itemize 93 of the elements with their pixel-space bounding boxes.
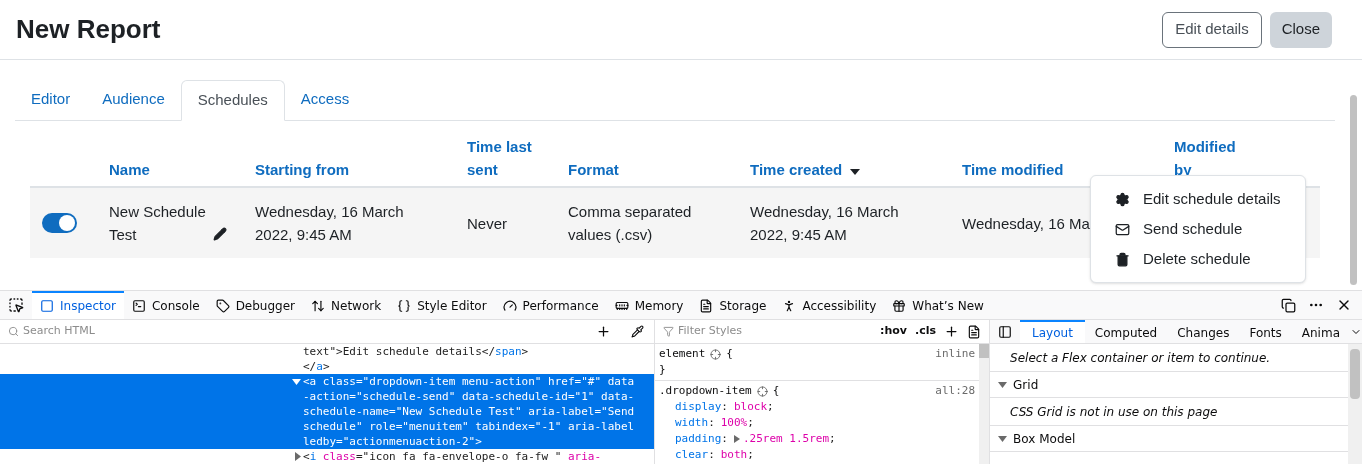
search-icon	[8, 326, 19, 337]
column-header[interactable]: Name	[109, 158, 150, 181]
collapse-triangle-icon	[998, 435, 1008, 442]
opening-brace: {	[726, 346, 733, 362]
table-cell: Wednesday, 16 Ma	[962, 214, 1090, 232]
sidebar-tab[interactable]: Fonts	[1239, 320, 1292, 343]
collapse-triangle-icon	[998, 381, 1008, 388]
table-cell: Never	[467, 214, 507, 232]
square-icon	[40, 299, 54, 313]
html-markup-line[interactable]: text">Edit schedule details</span>	[303, 344, 529, 359]
devtools-tab[interactable]: Performance	[494, 291, 607, 319]
closing-brace: }	[659, 362, 666, 378]
css-declaration[interactable]: width: 100%;	[659, 415, 754, 431]
sidebar-toggle-icon[interactable]	[998, 324, 1013, 339]
css-declaration[interactable]: padding: .25rem 1.5rem;	[659, 431, 836, 447]
section-header[interactable]: Box Model	[990, 426, 1348, 452]
pencil-icon[interactable]	[213, 227, 227, 241]
sidebar-tab[interactable]: Computed	[1084, 320, 1168, 343]
devtools-tab[interactable]: Inspector	[32, 291, 124, 319]
tab[interactable]: Editor	[15, 79, 87, 120]
crosshair-icon[interactable]	[710, 348, 722, 360]
gear-icon	[1115, 191, 1130, 207]
gift-icon	[892, 299, 907, 313]
element-picker-icon[interactable]	[8, 297, 24, 313]
hover-toggle[interactable]: :hov	[880, 323, 908, 340]
column-header[interactable]: Time created	[750, 158, 843, 181]
layout-note: Select a Flex container or item to continue.	[1010, 349, 1271, 367]
edit-details-button[interactable]: Edit details	[1162, 11, 1262, 48]
column-header[interactable]: Format	[568, 158, 619, 181]
column-header[interactable]: Time modified	[962, 158, 1064, 181]
class-toggle[interactable]: .cls	[915, 323, 937, 340]
rule-source[interactable]: inline	[935, 346, 976, 362]
eyedropper-icon[interactable]	[631, 325, 644, 338]
sidebar-tab[interactable]: Layout	[1020, 320, 1085, 343]
tab[interactable]: Schedules	[180, 80, 285, 121]
filter-icon	[663, 326, 674, 337]
css-declaration[interactable]: clear: both;	[659, 447, 754, 463]
responsive-design-icon[interactable]	[1281, 297, 1296, 313]
envelope-icon	[1115, 221, 1130, 237]
gauge-icon	[502, 299, 517, 313]
filter-styles-field[interactable]: Filter Styles	[663, 323, 873, 340]
trash-icon	[1115, 251, 1130, 267]
scrollbar[interactable]	[1350, 349, 1360, 399]
expand-triangle-icon[interactable]	[734, 435, 740, 443]
devtools-tab[interactable]: Storage	[691, 291, 775, 319]
devtools-tab[interactable]: Console	[124, 291, 208, 319]
layout-note: CSS Grid is not in use on this page	[1010, 403, 1218, 421]
crosshair-icon[interactable]	[756, 385, 768, 397]
add-rule-icon[interactable]	[944, 324, 960, 339]
tab[interactable]: Access	[284, 79, 366, 120]
tag-icon	[215, 299, 230, 313]
sort-caret-icon	[850, 168, 861, 175]
page-title: New Report	[16, 13, 161, 46]
table-cell: Wednesday, 16 March 2022, 9:45 AM	[255, 203, 404, 243]
devtools-tab[interactable]: Network	[303, 291, 390, 319]
menu-item[interactable]: Send schedule	[1091, 214, 1305, 244]
menu-item[interactable]: Edit schedule details	[1091, 184, 1305, 214]
scrollbar[interactable]	[979, 344, 990, 358]
document-icon[interactable]	[967, 324, 982, 339]
column-header[interactable]: Starting from	[255, 158, 350, 181]
rule-source[interactable]: all:28	[935, 383, 976, 399]
chip-icon	[614, 299, 629, 313]
document-icon	[699, 299, 714, 313]
braces-icon	[397, 299, 412, 313]
menu-item[interactable]: Delete schedule	[1091, 244, 1305, 274]
sidebar-tab[interactable]: Anima	[1291, 320, 1350, 343]
column-header[interactable]: Time last sent	[467, 135, 539, 181]
close-button[interactable]: Close	[1269, 11, 1332, 48]
up-down-arrows-icon	[311, 299, 326, 313]
table-cell-text: New Schedule Test	[109, 202, 207, 245]
css-declaration[interactable]: display: block;	[659, 399, 774, 415]
devtools-tab[interactable]: What’s New	[884, 291, 992, 319]
table-cell: Wednesday, 16 March 2022, 9:45 AM	[750, 203, 899, 243]
toggle-switch[interactable]	[42, 213, 77, 233]
html-markup-line[interactable]: </a>	[303, 359, 330, 374]
tab[interactable]: Audience	[86, 79, 181, 120]
search-html-field[interactable]: Search HTML	[0, 323, 586, 340]
opening-brace: {	[772, 383, 780, 399]
section-header[interactable]: Grid	[990, 372, 1348, 398]
devtools-tab[interactable]: Memory	[606, 291, 692, 319]
terminal-icon	[132, 299, 146, 313]
devtools-tab[interactable]: Accessibility	[774, 291, 885, 319]
expand-triangle-icon[interactable]	[292, 379, 301, 385]
scrollbar[interactable]	[1350, 95, 1357, 285]
table-cell: Comma separated values (.csv)	[568, 203, 692, 243]
sidebar-tab[interactable]: Changes	[1167, 320, 1240, 343]
add-node-icon[interactable]	[596, 324, 611, 339]
html-markup-line[interactable]: <i class="icon fa fa-envelope-o fa-fw " aria-	[303, 449, 602, 464]
css-selector: element	[659, 346, 706, 362]
expand-triangle-icon[interactable]	[295, 452, 301, 461]
devtools-tab[interactable]: Debugger	[207, 291, 304, 319]
devtools-tab[interactable]: Style Editor	[389, 291, 495, 319]
css-selector: .dropdown-item	[659, 383, 752, 399]
